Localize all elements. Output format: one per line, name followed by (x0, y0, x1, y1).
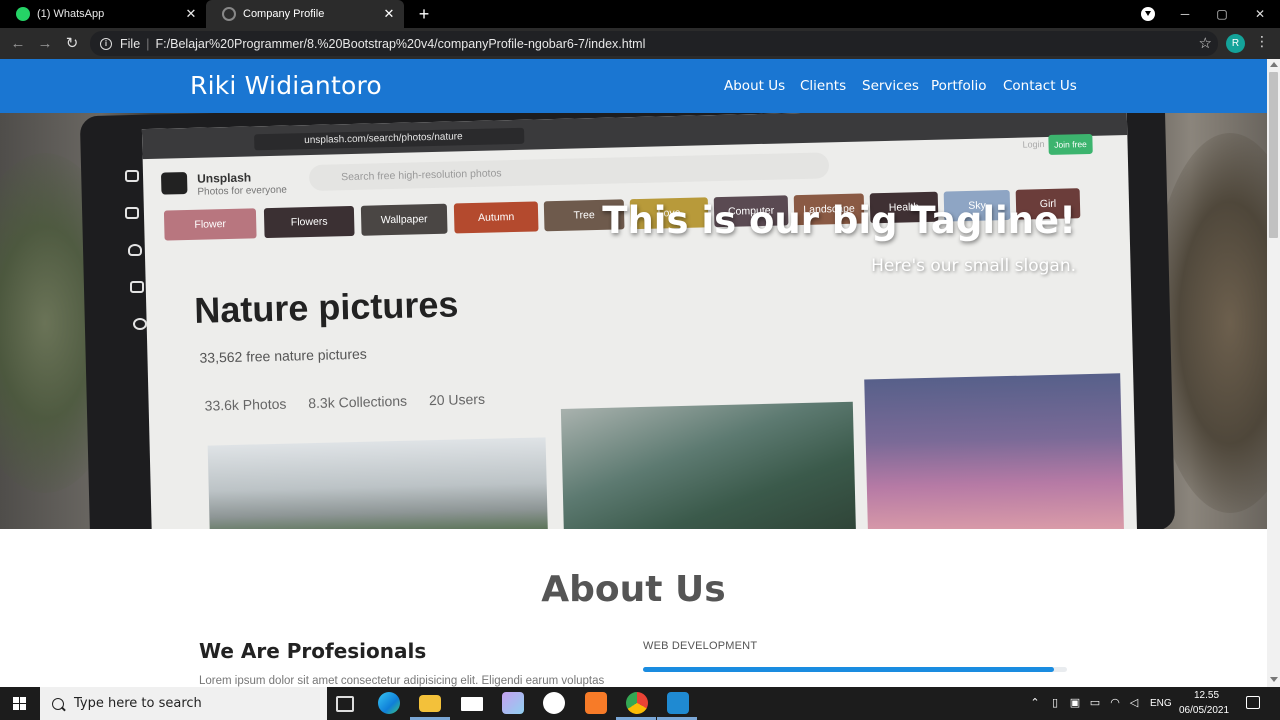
browser-tab-strip: (1) WhatsApp ✕ Company Profile ✕ + ─ ▢ ✕ (0, 0, 1280, 28)
file-explorer-icon[interactable] (419, 695, 441, 712)
chevron-up-icon[interactable]: ⌃ (1029, 697, 1041, 709)
photo-tab: 20 Users (428, 390, 486, 409)
tab-label: Company Profile (243, 8, 325, 20)
taskbar-search[interactable]: Type here to search (40, 687, 327, 720)
url-scheme: File (120, 36, 141, 51)
meet-icon[interactable]: ▣ (1069, 697, 1081, 709)
hero-tagline: This is our big Tagline! (602, 199, 1076, 242)
page-scrollbar[interactable] (1267, 59, 1280, 687)
camera-icon (125, 170, 139, 182)
notification-icon[interactable] (1246, 696, 1260, 709)
wifi-icon[interactable]: ◠ (1109, 697, 1121, 709)
forest-photo (560, 401, 857, 529)
tab-whatsapp[interactable]: (1) WhatsApp ✕ (0, 0, 206, 28)
photo-tabs: 33.6k Photos 8.3k Collections 20 Users (204, 390, 503, 414)
chrome-icon[interactable] (626, 692, 648, 714)
profile-avatar[interactable]: R (1226, 34, 1245, 53)
url-text[interactable]: F:/Belajar%20Programmer/8.%20Bootstrap%2… (156, 37, 646, 51)
language-indicator[interactable]: ENG (1150, 698, 1172, 709)
info-icon[interactable]: i (100, 37, 112, 50)
clock-date[interactable]: 06/05/2021 (1179, 705, 1229, 716)
paint-icon[interactable] (502, 692, 524, 714)
scroll-thumb[interactable] (1269, 72, 1278, 238)
site-brand[interactable]: Riki Widiantoro (190, 71, 382, 100)
minimize-button[interactable]: ─ (1175, 4, 1195, 24)
about-text: Lorem ipsum dolor sit amet consectetur a… (199, 675, 605, 687)
globe-icon (222, 7, 236, 21)
task-view-icon[interactable] (336, 696, 354, 712)
nav-link-services[interactable]: Services (862, 78, 919, 94)
skill-progress-bar (643, 667, 1067, 672)
whatsapp-icon (16, 7, 30, 21)
photo-brand: Unsplash (196, 170, 252, 186)
close-tab-icon[interactable]: ✕ (380, 6, 398, 22)
nav-link-clients[interactable]: Clients (800, 78, 846, 94)
word-icon[interactable] (543, 692, 565, 714)
windows-logo-icon (13, 697, 19, 703)
photo-tab: 33.6k Photos (204, 395, 287, 414)
photo-join: Join free (1048, 133, 1093, 155)
nav-link-portfolio[interactable]: Portfolio (931, 78, 987, 94)
photo-search: Search free high-resolution photos (308, 152, 830, 192)
close-tab-icon[interactable]: ✕ (182, 6, 200, 22)
clock-time[interactable]: 12.55 (1194, 690, 1219, 701)
clock-icon (133, 318, 147, 330)
browser-menu-icon[interactable]: ⋮ (1255, 33, 1269, 50)
vscode-icon[interactable] (667, 692, 689, 714)
back-button[interactable]: ← (7, 33, 29, 55)
hero-laptop-screen: unsplash.com/search/photos/nature Unspla… (141, 113, 1138, 529)
sky-photo (864, 373, 1125, 529)
tab-label: (1) WhatsApp (37, 8, 105, 20)
forward-button[interactable]: → (34, 33, 56, 55)
browser-toolbar: ← → ↻ i File | F:/Belajar%20Programmer/8… (0, 28, 1280, 59)
edge-icon[interactable] (378, 692, 400, 714)
photo-tab: 8.3k Collections (308, 392, 408, 412)
usb-icon[interactable]: ▯ (1049, 697, 1061, 709)
windows-logo-icon (20, 704, 26, 710)
bookmark-star-icon[interactable]: ☆ (1199, 34, 1212, 52)
search-icon (52, 697, 64, 710)
photo-heading: Nature pictures (193, 283, 459, 331)
address-bar[interactable]: i File | F:/Belajar%20Programmer/8.%20Bo… (90, 31, 1218, 56)
nav-link-contact-us[interactable]: Contact Us (1003, 78, 1077, 94)
page-viewport: Riki Widiantoro About Us Clients Service… (0, 59, 1267, 687)
mail-icon[interactable] (461, 697, 483, 711)
windows-logo-icon (20, 697, 26, 703)
about-title: About Us (541, 569, 726, 610)
hero-jumbotron: unsplash.com/search/photos/nature Unspla… (0, 113, 1267, 529)
photo-login: Login (1022, 139, 1045, 150)
mountain-photo (207, 437, 549, 529)
start-button[interactable] (0, 687, 40, 720)
scroll-down-icon[interactable] (1270, 677, 1278, 682)
reload-button[interactable]: ↻ (61, 33, 83, 55)
skill-progress-fill (643, 667, 1055, 672)
news-icon (130, 281, 144, 293)
site-navbar: Riki Widiantoro About Us Clients Service… (0, 59, 1267, 113)
photo-brand-sub: Photos for everyone (197, 184, 288, 198)
url-separator: | (146, 36, 150, 51)
windows-logo-icon (13, 704, 19, 710)
close-window-button[interactable]: ✕ (1250, 4, 1270, 24)
volume-icon[interactable]: ◁ (1128, 697, 1140, 709)
tab-company-profile[interactable]: Company Profile ✕ (206, 0, 404, 28)
hero-slogan: Here's our small slogan. (871, 256, 1076, 276)
windows-taskbar: Type here to search ⌃ ▯ ▣ ▭ ◠ ◁ ENG 12.5… (0, 687, 1280, 720)
nav-link-about-us[interactable]: About Us (724, 78, 785, 94)
skill-label: WEB DEVELOPMENT (643, 640, 758, 652)
maximize-button[interactable]: ▢ (1212, 4, 1232, 24)
taskbar-search-placeholder: Type here to search (74, 696, 202, 711)
photo-url: unsplash.com/search/photos/nature (254, 127, 525, 151)
xampp-icon[interactable] (585, 692, 607, 714)
photo-count: 33,562 free nature pictures (199, 345, 367, 366)
about-subtitle: We Are Profesionals (199, 639, 427, 663)
heart-icon (128, 244, 142, 256)
scroll-up-icon[interactable] (1270, 62, 1278, 67)
battery-icon[interactable]: ▭ (1089, 697, 1101, 709)
camera-icon (160, 172, 188, 195)
new-tab-button[interactable]: + (414, 4, 434, 24)
media-control-icon[interactable] (1141, 7, 1155, 21)
